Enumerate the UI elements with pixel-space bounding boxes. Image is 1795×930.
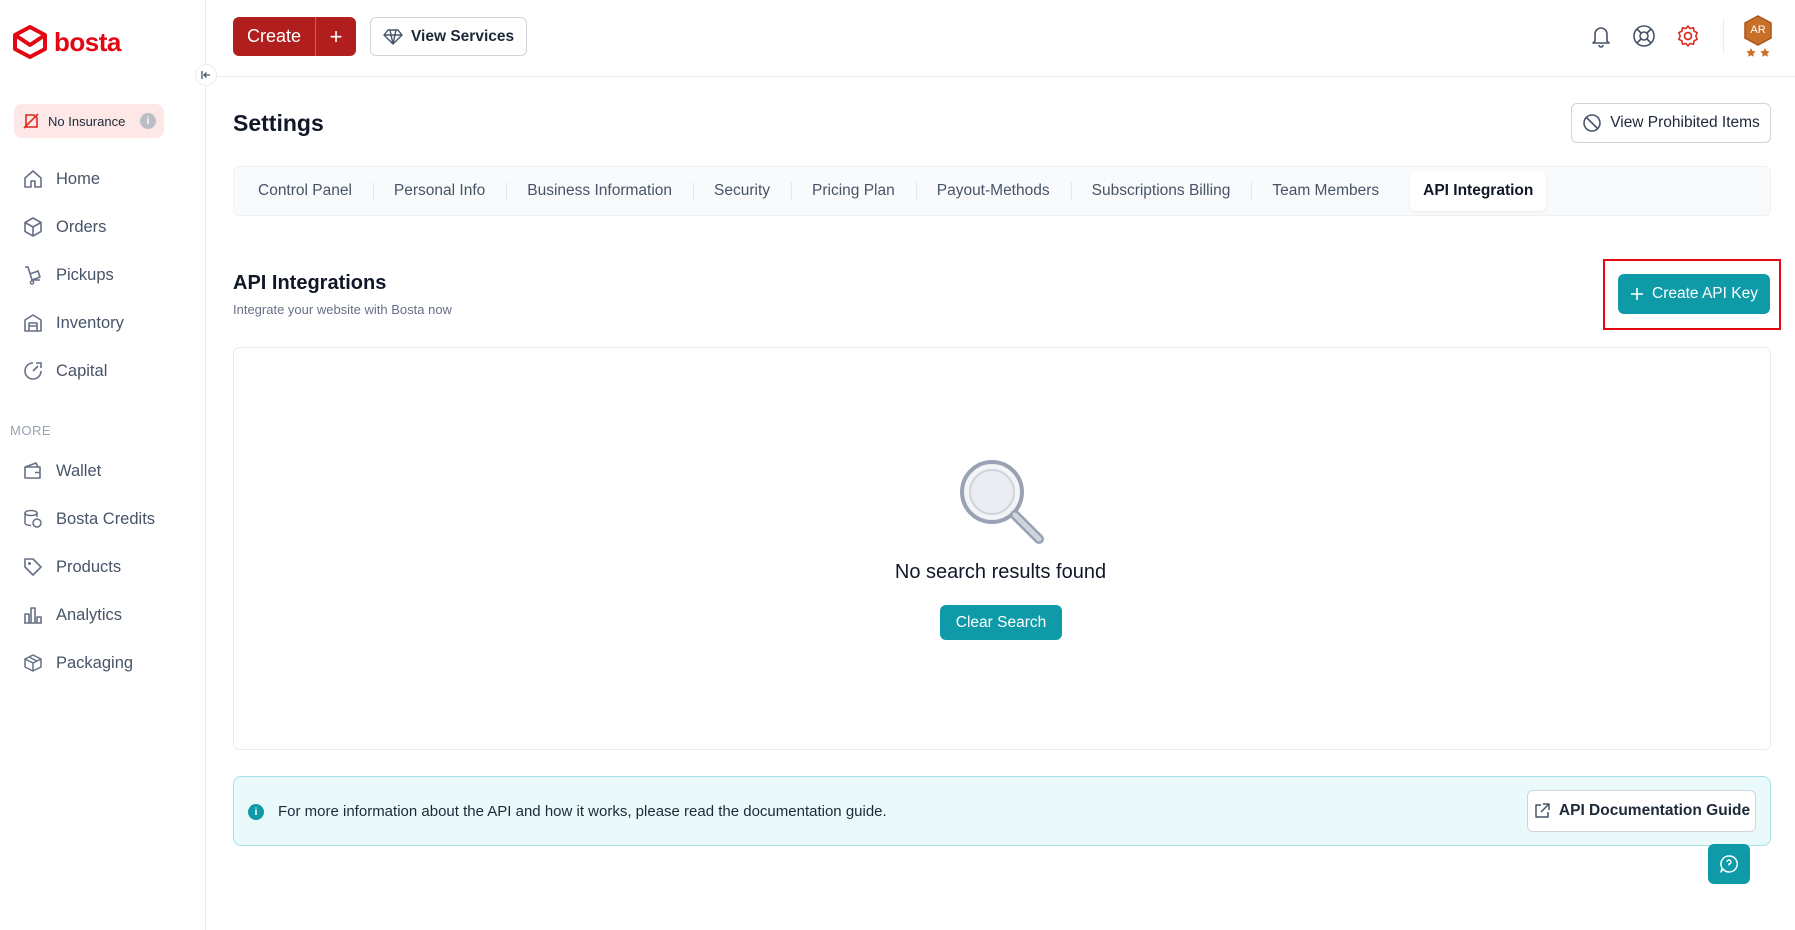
sidebar-item-pickups[interactable]: Pickups	[22, 264, 114, 286]
sidebar-item-label: Capital	[56, 361, 108, 380]
section-subtitle: Integrate your website with Bosta now	[233, 302, 452, 317]
insurance-label: No Insurance	[48, 113, 126, 129]
chat-icon	[1720, 855, 1738, 873]
api-keys-empty-state	[233, 347, 1771, 750]
brand-name: bosta	[54, 26, 121, 57]
avatar-badge-icon	[1744, 15, 1772, 57]
warehouse-icon	[24, 314, 42, 332]
coins-icon	[24, 509, 42, 528]
sidebar: bosta No Insurance i Home Orders Pickups…	[0, 0, 206, 930]
bosta-logo-icon	[13, 25, 47, 59]
create-api-key-label: Create API Key	[1652, 285, 1758, 302]
sidebar-item-label: Pickups	[56, 265, 114, 284]
settings-tabs: Control Panel Personal Info Business Inf…	[233, 166, 1771, 216]
sidebar-item-label: Packaging	[56, 653, 134, 672]
create-api-key-button[interactable]: Create API Key	[1618, 274, 1770, 314]
notifications-button[interactable]	[1585, 20, 1617, 52]
clear-search-button[interactable]: Clear Search	[940, 605, 1062, 640]
tab-personal-info[interactable]: Personal Info	[372, 171, 506, 211]
more-section-label: MORE	[10, 423, 51, 438]
header-divider	[1723, 18, 1724, 54]
tab-pricing-plan[interactable]: Pricing Plan	[791, 171, 916, 211]
wallet-icon	[24, 462, 41, 479]
tab-api-integration[interactable]: API Integration	[1410, 171, 1547, 211]
diamond-icon	[383, 28, 403, 45]
sidebar-item-label: Analytics	[56, 605, 123, 624]
gear-icon	[1678, 25, 1698, 47]
collapse-sidebar-button[interactable]	[195, 64, 217, 86]
avatar-initials: AR	[1750, 24, 1766, 36]
info-icon: i	[248, 804, 264, 820]
view-services-label: View Services	[411, 27, 515, 45]
no-insurance-icon	[23, 113, 39, 129]
package-icon	[24, 654, 42, 672]
sidebar-item-label: Wallet	[56, 461, 102, 480]
view-prohibited-items-label: View Prohibited Items	[1610, 114, 1760, 131]
trolley-icon	[25, 266, 41, 285]
external-link-icon	[1535, 803, 1550, 818]
bar-chart-icon	[24, 607, 42, 624]
tab-subscriptions-billing[interactable]: Subscriptions Billing	[1070, 171, 1252, 211]
sidebar-item-wallet[interactable]: Wallet	[22, 460, 101, 482]
sidebar-item-label: Inventory	[56, 313, 124, 332]
tab-business-information[interactable]: Business Information	[506, 171, 693, 211]
empty-state-text: No search results found	[894, 561, 1107, 583]
create-plus-button[interactable]: +	[316, 17, 356, 56]
gauge-icon	[24, 362, 42, 380]
prohibited-icon	[1583, 114, 1601, 132]
home-icon	[24, 170, 42, 188]
create-button[interactable]: Create	[233, 17, 317, 56]
tab-control-panel[interactable]: Control Panel	[237, 171, 373, 211]
page-title: Settings	[233, 110, 324, 136]
plus-icon	[1631, 288, 1643, 300]
sidebar-item-packaging[interactable]: Packaging	[22, 652, 133, 674]
sidebar-item-analytics[interactable]: Analytics	[22, 604, 122, 626]
magnifier-icon	[960, 460, 1044, 544]
lifebuoy-icon	[1633, 25, 1655, 47]
insurance-badge[interactable]: No Insurance i	[14, 104, 164, 138]
view-prohibited-items-button[interactable]: View Prohibited Items	[1571, 103, 1771, 143]
chat-support-button[interactable]	[1708, 844, 1750, 884]
documentation-banner-text: For more information about the API and h…	[278, 803, 887, 820]
sidebar-item-home[interactable]: Home	[22, 168, 100, 190]
bell-icon	[1592, 27, 1610, 48]
sidebar-item-orders[interactable]: Orders	[22, 216, 106, 238]
api-documentation-button[interactable]: API Documentation Guide	[1527, 790, 1756, 832]
sidebar-item-bosta-credits[interactable]: Bosta Credits	[22, 508, 155, 530]
help-button[interactable]	[1628, 20, 1660, 52]
collapse-left-icon	[201, 71, 210, 79]
avatar[interactable]: AR	[1740, 14, 1776, 60]
box-icon	[24, 217, 42, 237]
info-icon[interactable]: i	[140, 113, 156, 129]
sidebar-item-inventory[interactable]: Inventory	[22, 312, 124, 334]
sidebar-item-label: Home	[56, 169, 101, 188]
view-services-button[interactable]: View Services	[370, 17, 528, 56]
brand-logo[interactable]: bosta	[12, 25, 121, 59]
sidebar-item-label: Orders	[56, 217, 107, 236]
section-title: API Integrations	[233, 272, 387, 294]
settings-button[interactable]	[1672, 20, 1704, 52]
tab-payout-methods[interactable]: Payout-Methods	[915, 171, 1071, 211]
sidebar-item-capital[interactable]: Capital	[22, 360, 107, 382]
create-button-group: Create +	[233, 17, 357, 56]
api-documentation-label: API Documentation Guide	[1558, 802, 1751, 819]
top-bar: Create + View Services AR	[207, 0, 1795, 77]
sidebar-item-label: Bosta Credits	[56, 509, 156, 528]
tab-team-members[interactable]: Team Members	[1251, 171, 1400, 211]
tab-security[interactable]: Security	[693, 171, 791, 211]
